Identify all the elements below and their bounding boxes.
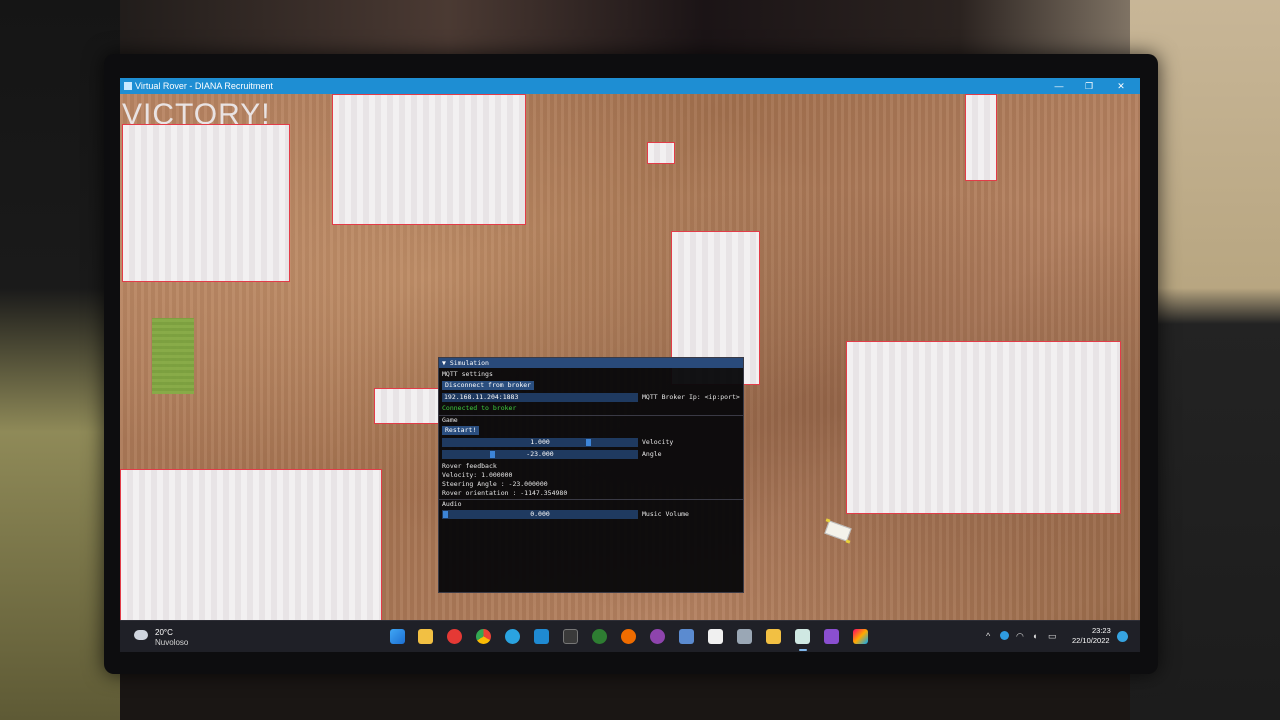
feedback-velocity: Velocity: 1.000000 [442,471,513,479]
tray-app-icon[interactable] [1000,631,1009,640]
taskbar: 20°C Nuvoloso ^ ◠ ◖ ▭ 23:23 22/10/2022 [120,620,1140,652]
angle-slider[interactable]: -23.000 [442,450,638,459]
music-volume-value: 0.000 [530,510,550,518]
obstacle [122,124,290,282]
velocity-slider-value: 1.000 [530,438,550,446]
app-icon-green[interactable] [592,629,607,644]
separator [439,499,743,500]
remote-desktop-icon[interactable] [679,629,694,644]
volume-icon[interactable]: ◖ [1032,631,1037,641]
active-app-indicator [799,649,807,651]
music-volume-slider[interactable]: 0.000 [442,510,638,519]
music-volume-label: Music Volume [642,510,689,518]
window-title: Virtual Rover - DIANA Recruitment [135,81,273,91]
feedback-steering: Steering Angle : -23.000000 [442,480,548,488]
broker-ip-label: MQTT Broker Ip: <ip:port> [642,393,740,401]
maximize-button[interactable]: ❐ [1074,78,1104,94]
game-viewport[interactable]: VICTORY! ▼ Simulation MQTT settings Disc… [120,94,1140,621]
telegram-icon[interactable] [505,629,520,644]
simulation-panel-header[interactable]: ▼ Simulation [439,358,743,368]
virtual-rover-icon[interactable] [795,629,810,644]
notion-icon[interactable] [708,629,723,644]
file-explorer-icon[interactable] [418,629,433,644]
window-titlebar[interactable]: Virtual Rover - DIANA Recruitment — ❐ ✕ [120,78,1140,94]
app-icon-multicolor[interactable] [853,629,868,644]
close-button[interactable]: ✕ [1106,78,1136,94]
terminal-icon[interactable] [563,629,578,644]
obstacle [965,94,997,181]
notification-icon[interactable] [1117,631,1128,642]
minimize-button[interactable]: — [1044,78,1074,94]
velocity-slider-grab[interactable] [586,439,591,446]
photo-background-left [0,0,120,720]
rover [824,520,852,542]
weather-description[interactable]: Nuvoloso [155,638,188,647]
wifi-icon[interactable]: ◠ [1016,631,1024,642]
audio-section-label: Audio [442,500,462,508]
simulation-panel[interactable]: ▼ Simulation MQTT settings Disconnect fr… [438,357,744,593]
tray-chevron-icon[interactable]: ^ [986,631,990,641]
opera-icon[interactable] [447,629,462,644]
vscode-icon[interactable] [534,629,549,644]
github-desktop-icon[interactable] [650,629,665,644]
game-section-label: Game [442,416,458,424]
visual-studio-icon[interactable] [824,629,839,644]
music-volume-grab[interactable] [443,511,448,518]
connection-status: Connected to broker [442,404,517,412]
velocity-label: Velocity [642,438,674,446]
obstacle [846,341,1121,514]
obstacle [647,142,675,164]
goal-grass-patch [152,318,194,394]
obstacle [120,469,382,621]
app-icon [124,82,132,90]
feedback-orientation: Rover orientation : -1147.354980 [442,489,568,497]
clock-time[interactable]: 23:23 [1092,626,1111,635]
mqtt-section-label: MQTT settings [442,370,493,378]
laptop-screen: Virtual Rover - DIANA Recruitment — ❐ ✕ … [120,78,1140,652]
broker-ip-input[interactable]: 192.168.11.204:1883 [442,393,638,402]
windows-start-icon[interactable] [390,629,405,644]
velocity-slider[interactable]: 1.000 [442,438,638,447]
disconnect-button[interactable]: Disconnect from broker [442,381,535,390]
chrome-icon[interactable] [476,629,491,644]
app-icon-orange[interactable] [621,629,636,644]
feedback-section-label: Rover feedback [442,462,497,470]
separator [439,415,743,416]
angle-slider-value: -23.000 [526,450,554,458]
clock-date[interactable]: 22/10/2022 [1072,636,1110,645]
app-icon-gray[interactable] [737,629,752,644]
python-icon[interactable] [766,629,781,644]
obstacle [374,388,440,424]
angle-label: Angle [642,450,662,458]
obstacle [332,94,526,225]
angle-slider-grab[interactable] [490,451,495,458]
battery-icon[interactable]: ▭ [1048,631,1057,642]
cloud-icon[interactable] [134,630,148,640]
weather-temperature[interactable]: 20°C [155,628,173,637]
restart-button[interactable]: Restart! [442,426,480,435]
